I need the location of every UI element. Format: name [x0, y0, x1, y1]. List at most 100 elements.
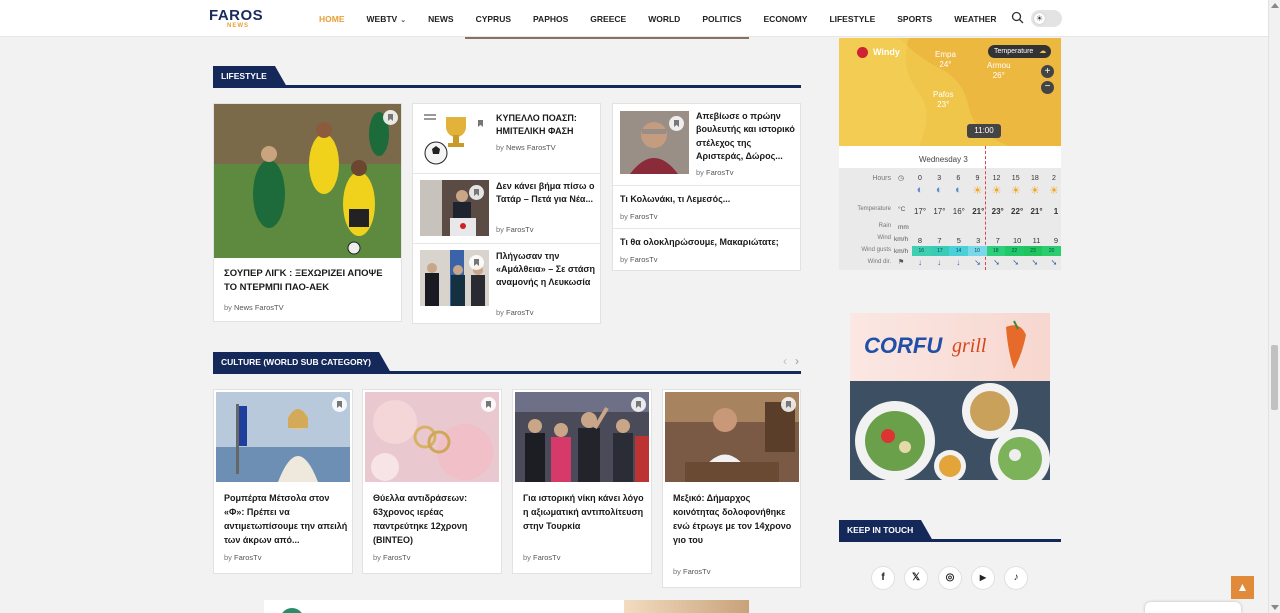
- lifestyle-middle-list: ΚΥΠΕΛΛΟ ΠΟΑΣΠ: ΗΜΙΤΕΛΙΚΗ ΦΑΣΗ by News Fa…: [412, 103, 601, 324]
- article-title[interactable]: Δεν κάνει βήμα πίσω ο Τατάρ – Πετά για Ν…: [496, 180, 596, 206]
- carousel-prev-button[interactable]: ‹: [783, 354, 787, 368]
- temperature-cell: 21°: [972, 207, 985, 216]
- author-name[interactable]: FarosTv: [383, 553, 411, 562]
- bookmark-icon[interactable]: [669, 116, 684, 131]
- chat-widget-tab[interactable]: [1145, 602, 1241, 613]
- author-name[interactable]: FarosTv: [506, 308, 534, 317]
- gust-cell: 17: [930, 246, 950, 256]
- article-title[interactable]: ΚΥΠΕΛΛΟ ΠΟΑΣΠ: ΗΜΙΤΕΛΙΚΗ ΦΑΣΗ: [496, 112, 596, 138]
- author-name[interactable]: FarosTv: [533, 553, 561, 562]
- nav-sports[interactable]: SPORTS: [897, 14, 932, 24]
- tiktok-icon[interactable]: ♪: [1004, 566, 1028, 590]
- nav-home[interactable]: HOME: [319, 14, 345, 24]
- author-name[interactable]: FarosTv: [630, 255, 658, 264]
- article-title[interactable]: Απεβίωσε ο πρώην βουλευτής και ιστορικό …: [696, 110, 798, 163]
- author-name[interactable]: News FarosTV: [506, 143, 556, 152]
- wind-label: Wind: [877, 235, 891, 241]
- gust-cell: 23: [1023, 246, 1043, 256]
- hour-cell: 2: [1052, 175, 1056, 182]
- temperature-cell: 17°: [933, 207, 946, 216]
- article-title[interactable]: Για ιστορική νίκη κάνει λόγο η αξιωματικ…: [523, 491, 647, 533]
- page-scrollbar[interactable]: [1268, 0, 1280, 613]
- layer-selector[interactable]: Temperature ☁: [988, 45, 1052, 58]
- keep-in-touch-header: KEEP IN TOUCH: [839, 520, 1061, 542]
- nav-world[interactable]: WORLD: [648, 14, 680, 24]
- article-title[interactable]: Μεξικό: Δήμαρχος κοινότητας δολοφονήθηκε…: [673, 491, 797, 547]
- wind-arrow-icon: ↘: [974, 258, 981, 267]
- article-title[interactable]: Τι θα ολοκληρώσουμε, Μακαριώτατε;: [620, 235, 795, 249]
- zoom-in-button[interactable]: +: [1041, 65, 1054, 78]
- article-image[interactable]: [216, 392, 350, 482]
- author-name[interactable]: News FarosTV: [234, 303, 284, 312]
- article-thumbnail[interactable]: [420, 250, 489, 306]
- corfu-grill-ad[interactable]: CORFU grill: [850, 313, 1050, 480]
- hour-cell: 15: [1011, 175, 1020, 182]
- scroll-down-arrow[interactable]: [1271, 605, 1279, 610]
- scroll-up-arrow[interactable]: [1271, 3, 1279, 8]
- site-logo[interactable]: FAROS NEWS: [209, 8, 263, 30]
- article-title[interactable]: Ρομπέρτα Μέτσολα στον «Φ»: Πρέπει να αντ…: [224, 491, 348, 547]
- bookmark-icon[interactable]: [781, 397, 796, 412]
- culture-article-card[interactable]: Ρομπέρτα Μέτσολα στον «Φ»: Πρέπει να αντ…: [213, 389, 353, 574]
- author-name[interactable]: FarosTv: [506, 225, 534, 234]
- x-icon[interactable]: 𝕏: [904, 566, 928, 590]
- wind-cell: 3: [976, 236, 981, 245]
- sun-icon: ☀: [991, 185, 1002, 197]
- carousel-next-button[interactable]: ›: [795, 354, 799, 368]
- author-name[interactable]: FarosTv: [630, 212, 658, 221]
- bookmark-icon[interactable]: [469, 185, 484, 200]
- nav-weather[interactable]: WEATHER: [954, 14, 996, 24]
- article-title[interactable]: Τι Κολωνάκι, τι Λεμεσός...: [620, 192, 795, 206]
- place-temp: 26°: [992, 71, 1005, 80]
- bookmark-icon[interactable]: [481, 397, 496, 412]
- back-to-top-button[interactable]: ▲: [1231, 576, 1254, 599]
- hours-label: Hours: [872, 175, 891, 182]
- bookmark-icon[interactable]: [383, 110, 398, 125]
- article-image[interactable]: [665, 392, 799, 482]
- nav-economy[interactable]: ECONOMY: [764, 14, 808, 24]
- bottom-banner-ad[interactable]: [264, 600, 749, 613]
- facebook-icon[interactable]: f: [871, 566, 895, 590]
- time-label[interactable]: 11:00: [967, 124, 1001, 138]
- weather-widget[interactable]: Windy Temperature ☁ Empa 24° Armou 26° Pafo…: [839, 38, 1061, 270]
- author-name[interactable]: FarosTv: [683, 567, 711, 576]
- instagram-icon[interactable]: ◎: [938, 566, 962, 590]
- author-name[interactable]: FarosTv: [706, 168, 734, 177]
- bookmark-icon[interactable]: [332, 397, 347, 412]
- culture-article-card[interactable]: Μεξικό: Δήμαρχος κοινότητας δολοφονήθηκε…: [662, 389, 801, 588]
- bookmark-icon[interactable]: [469, 255, 484, 270]
- by-label: by: [496, 225, 504, 234]
- nav-lifestyle[interactable]: LIFESTYLE: [829, 14, 875, 24]
- article-image[interactable]: [515, 392, 649, 482]
- nav-cyprus[interactable]: CYPRUS: [476, 14, 511, 24]
- article-title[interactable]: Θύελλα αντιδράσεων: 63χρονος ιερέας παντ…: [373, 491, 497, 547]
- culture-heading[interactable]: CULTURE (WORLD SUB CATEGORY): [213, 352, 391, 373]
- by-label: by: [696, 168, 704, 177]
- article-title[interactable]: Πλήγωσαν την «Αμάλθεια» – Σε στάση αναμο…: [496, 250, 596, 289]
- weather-map[interactable]: Windy Temperature ☁ Empa 24° Armou 26° Pafo…: [839, 38, 1061, 146]
- article-title[interactable]: ΣΟΥΠΕΡ ΛΙΓΚ : ΞΕΧΩΡΙΖΕΙ ΑΠΟΨΕ ΤΟ ΝΤΕΡΜΠΙ…: [224, 267, 394, 295]
- author-name[interactable]: FarosTv: [234, 553, 262, 562]
- nav-webtv[interactable]: WEBTV ⌄: [367, 14, 407, 24]
- bookmark-icon[interactable]: [631, 397, 646, 412]
- bookmark-icon[interactable]: [473, 116, 488, 131]
- nav-greece[interactable]: GREECE: [590, 14, 626, 24]
- featured-article-card[interactable]: ΣΟΥΠΕΡ ΛΙΓΚ : ΞΕΧΩΡΙΖΕΙ ΑΠΟΨΕ ΤΟ ΝΤΕΡΜΠΙ…: [213, 103, 402, 322]
- featured-article-image[interactable]: [214, 104, 401, 258]
- article-thumbnail[interactable]: [620, 111, 689, 174]
- youtube-icon[interactable]: ▶: [971, 566, 995, 590]
- culture-article-card[interactable]: Θύελλα αντιδράσεων: 63χρονος ιερέας παντ…: [362, 389, 502, 574]
- nav-paphos[interactable]: PAPHOS: [533, 14, 568, 24]
- article-image[interactable]: [365, 392, 499, 482]
- dark-mode-toggle[interactable]: ☀: [1031, 10, 1062, 27]
- nav-news[interactable]: NEWS: [428, 14, 454, 24]
- scrollbar-thumb[interactable]: [1271, 345, 1278, 410]
- article-thumbnail[interactable]: [420, 111, 489, 167]
- culture-article-card[interactable]: Για ιστορική νίκη κάνει λόγο η αξιωματικ…: [512, 389, 652, 574]
- lifestyle-heading[interactable]: LIFESTYLE: [213, 66, 287, 87]
- zoom-out-button[interactable]: −: [1041, 81, 1054, 94]
- windy-logo-icon: [857, 47, 868, 58]
- article-thumbnail[interactable]: [420, 180, 489, 236]
- search-icon[interactable]: [1011, 11, 1024, 24]
- nav-politics[interactable]: POLITICS: [702, 14, 741, 24]
